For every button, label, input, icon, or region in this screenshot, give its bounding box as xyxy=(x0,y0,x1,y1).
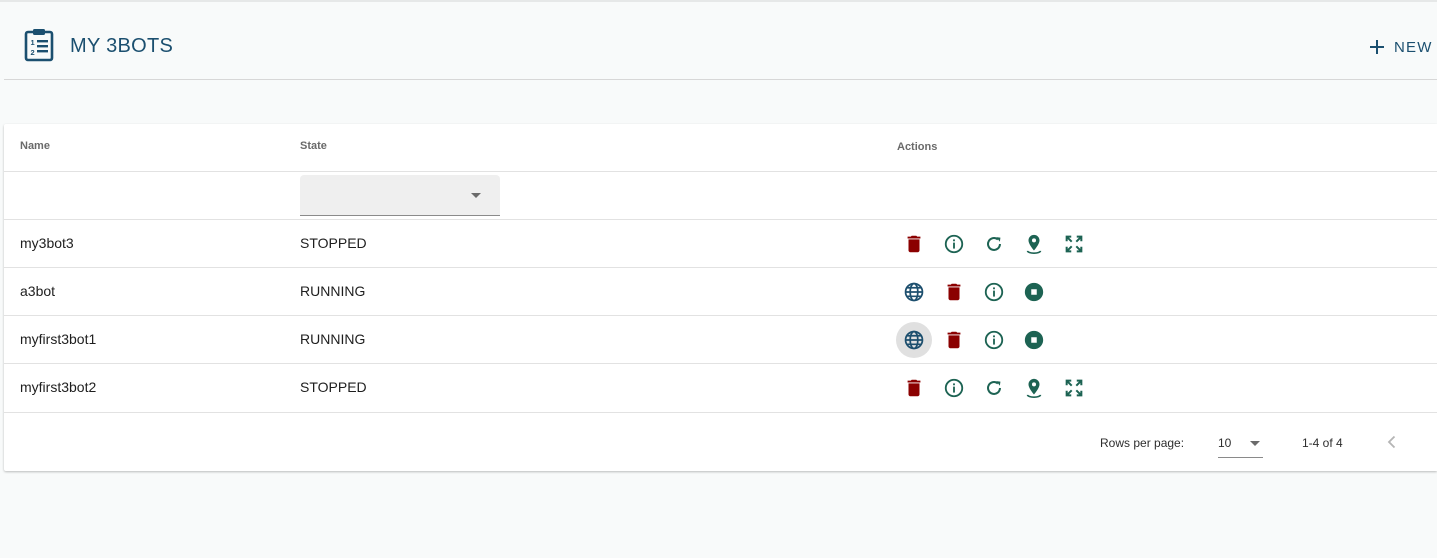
expand-icon xyxy=(1065,379,1083,397)
column-header-actions: Actions xyxy=(897,141,938,153)
column-header-name[interactable]: Name xyxy=(20,140,50,152)
expand-button[interactable] xyxy=(1056,226,1092,262)
svg-text:2: 2 xyxy=(31,48,35,57)
new-button-label: NEW xyxy=(1394,38,1433,56)
web-icon xyxy=(904,282,924,302)
row-actions xyxy=(896,226,1092,262)
previous-page-button[interactable] xyxy=(1380,428,1404,456)
info-button[interactable] xyxy=(936,370,972,406)
info-button[interactable] xyxy=(976,274,1012,310)
info-icon xyxy=(984,282,1004,302)
bot-name: my3bot3 xyxy=(20,235,74,251)
location-button[interactable] xyxy=(1016,226,1052,262)
clipboard-list-icon: 1 2 xyxy=(24,29,54,62)
delete-button[interactable] xyxy=(936,322,972,358)
row-actions xyxy=(896,370,1092,406)
rows-per-page-label: Rows per page: xyxy=(1100,436,1185,450)
table-row: a3bot RUNNING xyxy=(4,268,1437,316)
filter-row xyxy=(4,172,1437,220)
row-actions xyxy=(896,274,1052,310)
delete-icon xyxy=(947,331,961,349)
open-web-button[interactable] xyxy=(896,322,932,358)
page-title: MY 3BOTS xyxy=(70,35,174,57)
bot-state: STOPPED xyxy=(300,235,367,251)
info-icon xyxy=(984,330,1004,350)
plus-icon xyxy=(1370,40,1384,54)
restart-button[interactable] xyxy=(976,226,1012,262)
table-header: Name State Actions xyxy=(4,124,1437,172)
restart-icon xyxy=(987,381,1001,395)
bot-state: STOPPED xyxy=(300,379,367,395)
delete-button[interactable] xyxy=(896,370,932,406)
web-icon xyxy=(904,330,924,350)
location-icon xyxy=(1026,378,1042,398)
stop-icon xyxy=(1024,282,1044,302)
expand-icon xyxy=(1065,235,1083,253)
bots-table: Name State Actions my3bot3 STOPPED a3bot RU… xyxy=(4,124,1437,471)
delete-icon xyxy=(907,379,921,397)
column-header-state[interactable]: State xyxy=(300,140,327,152)
rows-per-page-select[interactable]: 10 xyxy=(1218,430,1263,458)
dropdown-arrow-icon xyxy=(1250,441,1260,446)
info-icon xyxy=(944,378,964,398)
delete-icon xyxy=(947,283,961,301)
chevron-left-icon xyxy=(1387,435,1396,449)
delete-icon xyxy=(907,235,921,253)
svg-text:1: 1 xyxy=(31,38,35,47)
delete-button[interactable] xyxy=(896,226,932,262)
bot-name: myfirst3bot2 xyxy=(20,379,97,395)
info-icon xyxy=(944,234,964,254)
location-icon xyxy=(1026,234,1042,254)
expand-button[interactable] xyxy=(1056,370,1092,406)
info-button[interactable] xyxy=(936,226,972,262)
restart-icon xyxy=(987,237,1001,251)
restart-button[interactable] xyxy=(976,370,1012,406)
bot-state: RUNNING xyxy=(300,331,366,347)
bot-name: a3bot xyxy=(20,283,56,299)
state-filter-select[interactable] xyxy=(300,175,500,216)
page: 1 2 MY 3BOTS NEW Name State Actions my3b… xyxy=(0,0,1437,558)
table-row: myfirst3bot2 STOPPED xyxy=(4,364,1437,413)
table-row: myfirst3bot1 RUNNING xyxy=(4,316,1437,364)
top-divider xyxy=(0,0,1437,2)
bot-state: RUNNING xyxy=(300,283,366,299)
open-web-button[interactable] xyxy=(896,274,932,310)
rows-per-page-value: 10 xyxy=(1218,436,1232,450)
new-button[interactable]: NEW xyxy=(1368,32,1433,62)
row-actions xyxy=(896,322,1052,358)
table-footer: Rows per page: 10 1-4 of 4 xyxy=(4,414,1437,471)
stop-icon xyxy=(1024,330,1044,350)
bot-name: myfirst3bot1 xyxy=(20,331,97,347)
stop-button[interactable] xyxy=(1016,322,1052,358)
info-button[interactable] xyxy=(976,322,1012,358)
pagination-range: 1-4 of 4 xyxy=(1302,436,1343,450)
page-header: 1 2 MY 3BOTS NEW xyxy=(4,14,1437,80)
table-row: my3bot3 STOPPED xyxy=(4,220,1437,268)
delete-button[interactable] xyxy=(936,274,972,310)
dropdown-arrow-icon xyxy=(471,193,481,198)
location-button[interactable] xyxy=(1016,370,1052,406)
stop-button[interactable] xyxy=(1016,274,1052,310)
